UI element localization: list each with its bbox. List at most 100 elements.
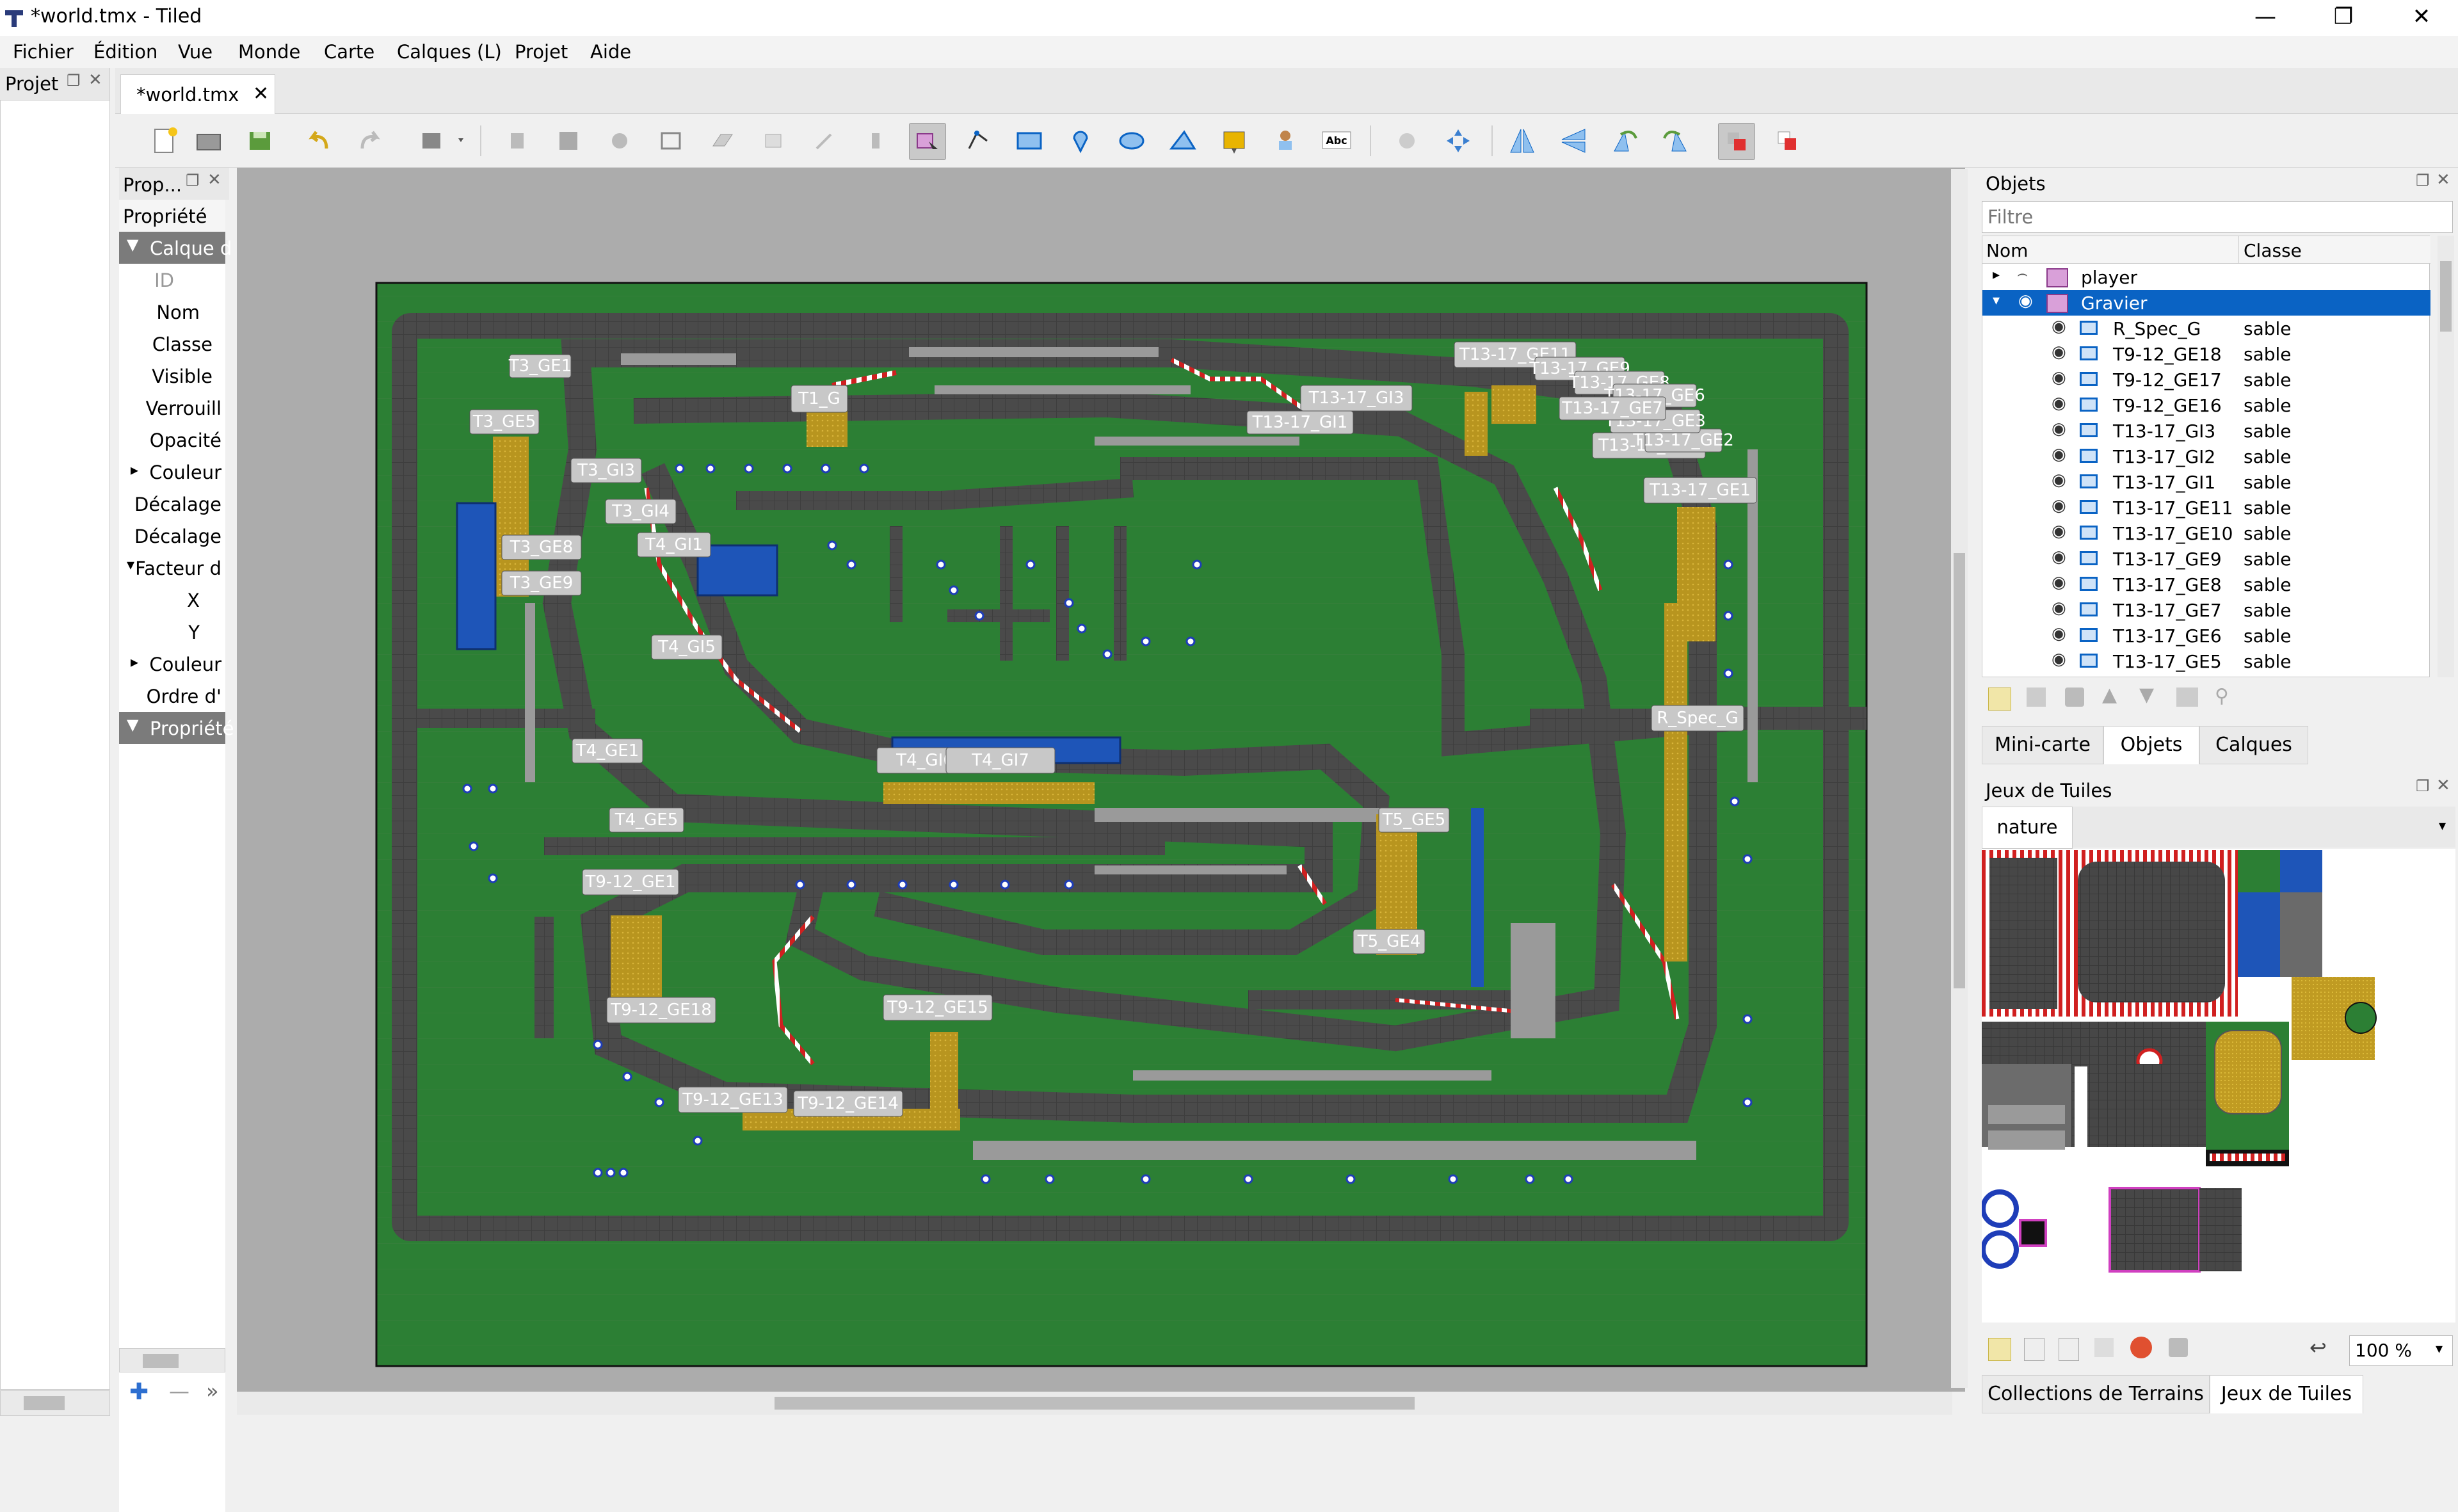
objects-filter-input[interactable]: [1982, 201, 2453, 233]
eye-icon[interactable]: ◉: [2052, 419, 2066, 438]
column-classe[interactable]: Classe: [2244, 240, 2302, 261]
new-tileset-icon[interactable]: [1988, 1338, 2011, 1361]
tab-objets[interactable]: Objets: [2103, 726, 2199, 764]
add-property-icon[interactable]: ✚: [129, 1379, 149, 1405]
insert-rectangle-icon[interactable]: [1011, 123, 1047, 159]
world-tool-icon[interactable]: [1389, 123, 1425, 159]
edit-tileset-icon[interactable]: [2094, 1338, 2114, 1357]
shape-fill-icon[interactable]: [653, 123, 689, 159]
tab-jeux-de-tuiles[interactable]: Jeux de Tuiles: [2210, 1375, 2363, 1413]
bucket-fill-icon[interactable]: [602, 123, 638, 159]
undo-icon[interactable]: [301, 123, 337, 159]
rotate-right-icon[interactable]: [1658, 123, 1694, 159]
add-object-layer-icon[interactable]: [1988, 688, 2011, 711]
menu-projet[interactable]: Projet: [515, 41, 568, 63]
tileset-view[interactable]: [1982, 849, 2455, 1323]
object-row[interactable]: ◉ T13-17_GE7 sable: [1982, 597, 2430, 623]
eye-icon[interactable]: ◉: [2052, 573, 2066, 592]
close-properties-icon[interactable]: ✕: [207, 170, 221, 189]
eraser-icon[interactable]: [704, 123, 740, 159]
tab-world-tmx[interactable]: *world.tmx ✕: [120, 74, 275, 115]
project-tree[interactable]: [0, 100, 110, 1390]
close-objects-icon[interactable]: ✕: [2436, 170, 2450, 189]
eye-icon[interactable]: ◉: [2052, 522, 2066, 541]
hidden-eye-icon[interactable]: ⌢: [2017, 264, 2028, 284]
eye-icon[interactable]: ◉: [2052, 342, 2066, 362]
insert-text-icon[interactable]: Abc: [1319, 123, 1354, 159]
delete-object-icon[interactable]: [2065, 688, 2084, 707]
layer-row-player[interactable]: ▸ ⌢ player: [1982, 264, 2430, 290]
more-actions-icon[interactable]: »: [206, 1379, 219, 1403]
eye-icon[interactable]: ◉: [2052, 368, 2066, 387]
float-properties-icon[interactable]: ❐: [186, 172, 200, 189]
highlight-layer-icon[interactable]: [1718, 123, 1755, 160]
float-dock-icon[interactable]: ❐: [67, 72, 81, 90]
eye-icon[interactable]: ◉: [2052, 650, 2066, 669]
object-row[interactable]: ◉ T9-12_GE17 sable: [1982, 367, 2430, 392]
float-objects-icon[interactable]: ❐: [2416, 172, 2430, 189]
object-row[interactable]: ◉ R_Spec_G sable: [1982, 316, 2430, 341]
tab-calques[interactable]: Calques: [2199, 726, 2308, 764]
objects-vscrollbar[interactable]: [2438, 236, 2454, 677]
object-row[interactable]: ◉ T13-17_GI2 sable: [1982, 444, 2430, 469]
object-row[interactable]: ◉ T13-17_GE5 sable: [1982, 648, 2430, 674]
map-vscrollbar[interactable]: [1951, 169, 1968, 1388]
map-hscrollbar[interactable]: [237, 1392, 1952, 1415]
prop-couleur-teinte[interactable]: ▸ Couleur: [119, 456, 225, 488]
stamp-dropdown-icon[interactable]: [416, 123, 463, 159]
eye-icon[interactable]: ◉: [2052, 599, 2066, 618]
tab-mini-carte[interactable]: Mini-carte: [1982, 726, 2103, 764]
menu-aide[interactable]: Aide: [590, 41, 631, 63]
project-hscrollbar[interactable]: [0, 1390, 110, 1416]
object-row[interactable]: ◉ T13-17_GE6 sable: [1982, 623, 2430, 648]
select-objects-icon[interactable]: [909, 123, 946, 160]
object-row[interactable]: ◉ T13-17_GE10 sable: [1982, 520, 2430, 546]
new-file-icon[interactable]: [147, 123, 183, 159]
close-dock-icon[interactable]: ✕: [88, 70, 102, 90]
eye-icon[interactable]: ◉: [2052, 317, 2066, 336]
object-row[interactable]: ◉ T13-17_GI3 sable: [1982, 418, 2430, 444]
tileset-image[interactable]: [1982, 849, 2455, 1323]
eye-icon[interactable]: ◉: [2052, 394, 2066, 413]
zoom-select[interactable]: 100 % ▾: [2349, 1335, 2453, 1366]
remove-property-icon[interactable]: —: [169, 1379, 189, 1403]
flip-vertical-icon[interactable]: [1555, 123, 1591, 159]
menu-carte[interactable]: Carte: [324, 41, 374, 63]
properties-hscrollbar[interactable]: [119, 1348, 225, 1372]
eye-icon[interactable]: ◉: [2052, 445, 2066, 464]
eye-icon[interactable]: ◉: [2052, 624, 2066, 643]
select-same-tile-icon[interactable]: [858, 123, 894, 159]
move-up-icon[interactable]: ▲: [2102, 684, 2117, 706]
eye-icon[interactable]: ◉: [2018, 291, 2033, 310]
prop-facteur[interactable]: ▾ Facteur d: [119, 552, 225, 584]
zoom-object-icon[interactable]: ⚲: [2215, 685, 2229, 707]
menu-calques[interactable]: Calques (L): [397, 41, 502, 63]
move-down-icon[interactable]: ▼: [2139, 684, 2154, 706]
eye-icon[interactable]: ◉: [2052, 470, 2066, 490]
rotate-left-icon[interactable]: [1607, 123, 1643, 159]
close-window-button[interactable]: ✕: [2386, 0, 2457, 36]
menu-monde[interactable]: Monde: [238, 41, 300, 63]
remove-tileset-icon[interactable]: [2169, 1338, 2188, 1357]
insert-point-icon[interactable]: [1063, 123, 1098, 159]
flip-horizontal-icon[interactable]: [1504, 123, 1540, 159]
dynamic-wrapping-icon[interactable]: [2130, 1337, 2152, 1358]
snap-grid-icon[interactable]: [1769, 123, 1805, 159]
column-nom[interactable]: Nom: [1986, 240, 2028, 261]
object-row[interactable]: ◉ T13-17_GE11 sable: [1982, 495, 2430, 520]
terrain-brush-icon[interactable]: [550, 123, 586, 159]
tileset-list-dropdown-icon[interactable]: ▾: [2439, 818, 2446, 834]
move-world-icon[interactable]: [1440, 123, 1476, 159]
insert-tile-icon[interactable]: [1216, 123, 1252, 159]
prop-couleur[interactable]: ▸ Couleur: [119, 648, 225, 680]
embed-tileset-icon[interactable]: [2024, 1338, 2044, 1361]
export-tileset-icon[interactable]: [2059, 1338, 2079, 1361]
object-row[interactable]: ◉ T13-17_GE8 sable: [1982, 572, 2430, 597]
object-properties-icon[interactable]: [2176, 688, 2198, 707]
insert-template-icon[interactable]: [1267, 123, 1303, 159]
menu-edition[interactable]: Édition: [93, 41, 157, 63]
stamp-brush-icon[interactable]: [499, 123, 535, 159]
close-tilesets-icon[interactable]: ✕: [2436, 776, 2450, 795]
eye-icon[interactable]: ◉: [2052, 496, 2066, 515]
minimize-button[interactable]: —: [2230, 0, 2301, 36]
